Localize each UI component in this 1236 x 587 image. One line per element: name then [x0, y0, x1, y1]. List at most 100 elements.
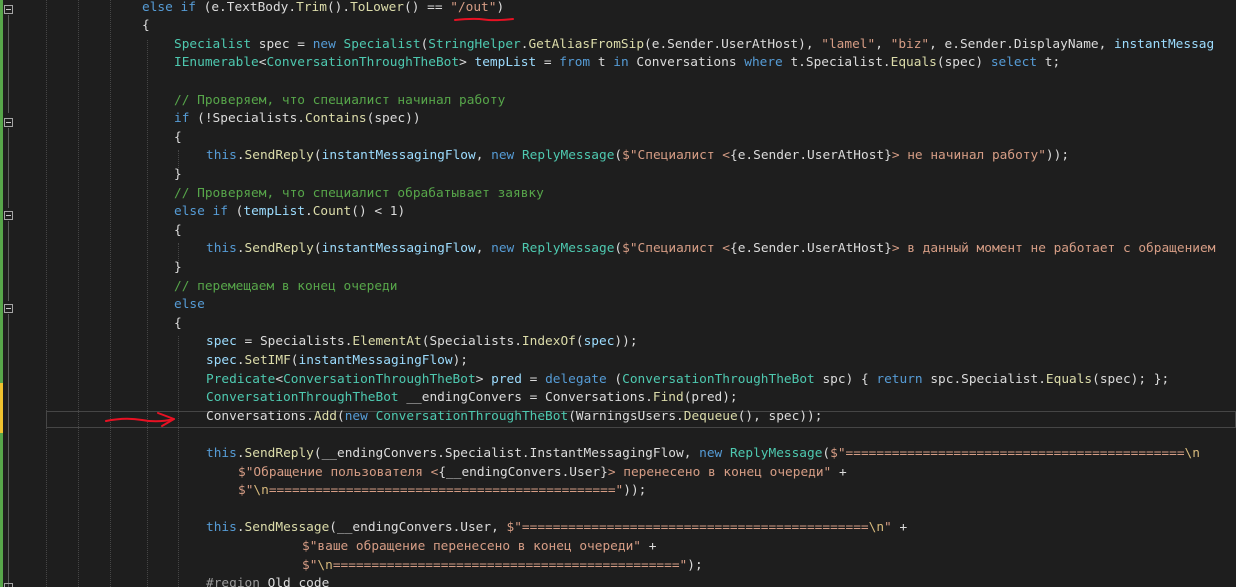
code-line[interactable]: this.SendReply(instantMessagingFlow, new…	[46, 147, 1236, 166]
code-line[interactable]: // перемещаем в конец очереди	[46, 278, 1236, 297]
code-line[interactable]: // Проверяем, что специалист обрабатывае…	[46, 185, 1236, 204]
code-token: this	[206, 520, 237, 536]
code-token: > не начинал работу"	[891, 148, 1046, 164]
code-token: ========================================…	[268, 483, 624, 499]
code-token: $"ваше обращение перенесено в конец очер…	[302, 538, 641, 554]
code-token: Specialist	[174, 36, 252, 52]
code-token: Find	[652, 390, 684, 406]
code-token: this	[206, 148, 237, 164]
code-token: spec	[583, 334, 615, 350]
code-line[interactable]: // Проверяем, что специалист начинал раб…	[46, 92, 1236, 111]
code-token: instantMessagingFlow	[298, 352, 453, 368]
code-line[interactable]: $"\n====================================…	[46, 482, 1236, 501]
code-token: tempList	[474, 55, 537, 71]
code-token: else if	[174, 204, 228, 220]
code-line[interactable]: }	[46, 259, 1236, 278]
code-line[interactable]: $"Обращение пользователя <{__endingConve…	[46, 464, 1236, 483]
code-line[interactable]: this.SendReply(__endingConvers.Specialis…	[46, 445, 1236, 464]
code-token: spc) {	[814, 371, 877, 387]
code-line[interactable]: $"ваше обращение перенесено в конец очер…	[46, 538, 1236, 557]
code-token: (Specialists.	[421, 334, 522, 350]
code-token: // Проверяем, что специалист обрабатывае…	[174, 185, 544, 201]
collapse-region-icon[interactable]	[4, 211, 13, 220]
code-token: instantMessagingFlow	[321, 241, 476, 257]
code-token: "biz"	[890, 36, 930, 52]
code-line[interactable]: this.SendReply(instantMessagingFlow, new…	[46, 240, 1236, 259]
code-token: , e.Sender.DisplayName,	[929, 36, 1115, 52]
code-line[interactable]: spec = Specialists.ElementAt(Specialists…	[46, 333, 1236, 352]
code-line[interactable]: ConversationThroughTheBot __endingConver…	[46, 389, 1236, 408]
code-line[interactable]: else	[46, 296, 1236, 315]
code-token: > перенесено в конец очереди"	[607, 464, 832, 480]
code-line[interactable]: this.SendMessage(__endingConvers.User, $…	[46, 519, 1236, 538]
code-line[interactable]: {	[46, 222, 1236, 241]
code-token: ,	[475, 148, 492, 164]
code-token: ========================================…	[332, 557, 688, 573]
fold-range-line	[8, 15, 9, 113]
code-token: #region	[206, 576, 260, 587]
red-underline-annotation	[454, 17, 514, 22]
code-token: (	[313, 241, 322, 257]
code-line[interactable]: {	[46, 315, 1236, 334]
code-token: $"	[238, 483, 254, 499]
collapse-region-icon[interactable]	[4, 118, 13, 127]
code-token: +	[641, 538, 657, 554]
code-token: +	[831, 464, 847, 480]
code-token: .	[305, 204, 313, 220]
code-token: (pred);	[683, 390, 738, 406]
code-token: (	[290, 352, 299, 368]
code-token: (	[337, 408, 345, 424]
code-token: new	[491, 241, 515, 257]
code-token: SendMessage	[244, 520, 330, 536]
code-token: (__endingConvers.User,	[329, 520, 507, 536]
code-token: // перемещаем в конец очереди	[174, 278, 398, 294]
code-token: else	[174, 297, 205, 313]
code-line[interactable]: if (!Specialists.Contains(spec))	[46, 110, 1236, 129]
code-line[interactable]	[46, 426, 1236, 445]
code-token: else if	[142, 0, 196, 15]
code-token: +	[891, 520, 908, 536]
code-token: \n	[1184, 445, 1200, 461]
code-token: Contains	[305, 111, 367, 127]
code-token: in	[613, 55, 629, 71]
code-line[interactable]: IEnumerable<ConversationThroughTheBot> t…	[46, 54, 1236, 73]
collapse-region-icon[interactable]	[4, 5, 13, 14]
code-token: .	[236, 148, 245, 164]
fold-range-line	[8, 221, 9, 301]
code-line[interactable]: spec.SetIMF(instantMessagingFlow);	[46, 352, 1236, 371]
code-line[interactable]: else if (tempList.Count() < 1)	[46, 203, 1236, 222]
code-token: >	[459, 55, 475, 71]
code-line[interactable]: Conversations.Add(new ConversationThroug…	[46, 408, 1236, 427]
code-line[interactable]: Predicate<ConversationThroughTheBot> pre…	[46, 371, 1236, 390]
code-token: }	[174, 166, 182, 182]
code-token: new	[344, 408, 368, 424]
code-editor[interactable]: else if (e.TextBody.Trim().ToLower () = = …	[0, 0, 1236, 587]
code-token: where	[744, 55, 783, 71]
code-token: Conversations	[628, 55, 745, 71]
code-line[interactable]: else if (e.TextBody.Trim().ToLower() == …	[46, 0, 1236, 17]
code-line[interactable]: $"\n====================================…	[46, 557, 1236, 576]
code-area[interactable]: else if (e.TextBody.Trim().ToLower () = = …	[46, 0, 1236, 587]
code-token: new	[699, 445, 723, 461]
collapse-region-icon[interactable]	[4, 583, 13, 587]
code-token: {	[174, 129, 182, 145]
code-token: .	[236, 241, 245, 257]
code-line[interactable]: {	[46, 17, 1236, 36]
code-token: $"======================================…	[506, 520, 869, 536]
collapse-region-icon[interactable]	[4, 304, 13, 313]
code-line[interactable]: Specialist spec = new Specialist(StringH…	[46, 36, 1236, 55]
code-line[interactable]: {	[46, 129, 1236, 148]
code-token: ConversationThroughTheBot	[206, 390, 399, 406]
code-token: __endingConvers = Conversations.	[398, 390, 653, 406]
code-token: ToLower	[350, 0, 404, 15]
code-token: (), spec));	[737, 408, 823, 424]
code-line[interactable]: }	[46, 166, 1236, 185]
code-line[interactable]: #region Old code	[46, 575, 1236, 587]
code-line[interactable]	[46, 501, 1236, 520]
code-token: {__endingConvers.User}	[438, 464, 608, 480]
code-line[interactable]	[46, 73, 1236, 92]
code-token: instantMessagingFlow	[321, 148, 476, 164]
code-token: ,	[875, 36, 891, 52]
